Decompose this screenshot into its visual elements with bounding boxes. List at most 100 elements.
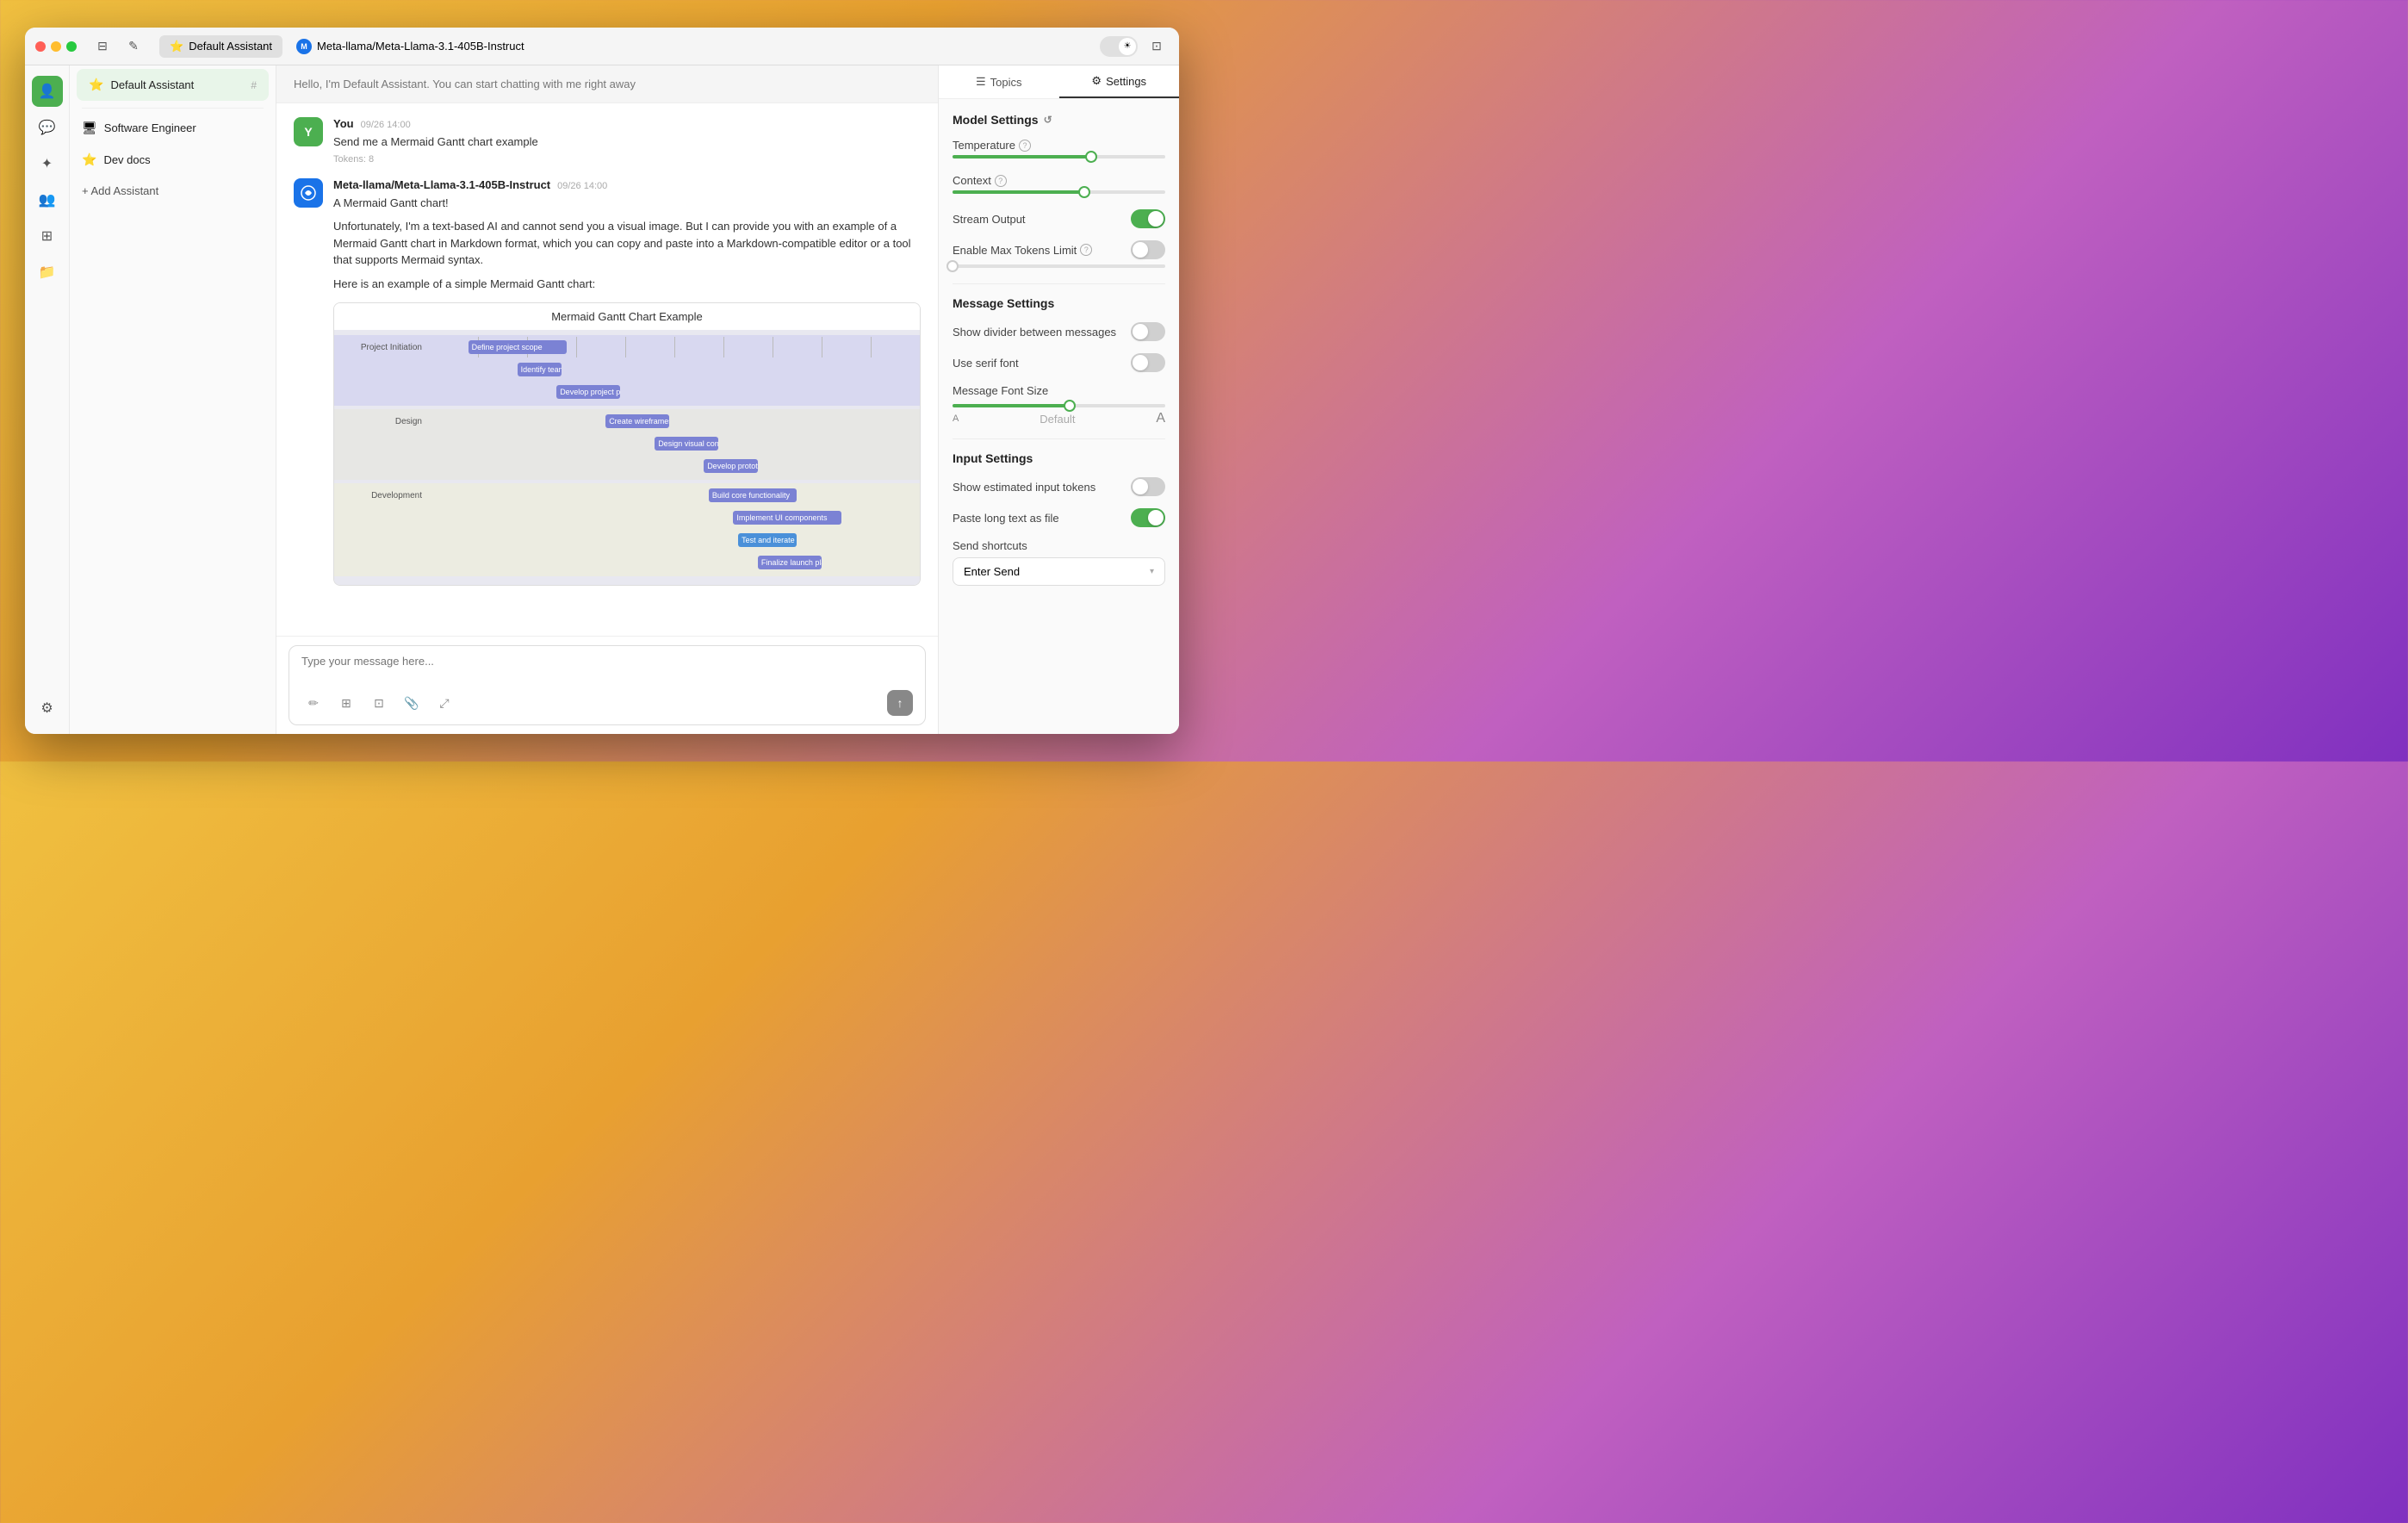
gantt-track-dev2: Implement UI components — [429, 507, 920, 528]
max-tokens-toggle[interactable] — [1131, 240, 1165, 259]
traffic-lights — [35, 41, 77, 52]
ai-message-header: Meta-llama/Meta-Llama-3.1-405B-Instruct … — [333, 178, 921, 191]
context-help-icon[interactable]: ? — [995, 175, 1007, 187]
temperature-thumb[interactable] — [1085, 151, 1097, 163]
sidebar-item-chat[interactable]: 💬 — [32, 112, 63, 143]
tab-default-assistant[interactable]: ⭐ Default Assistant — [159, 35, 282, 58]
ai-message-text3: Here is an example of a simple Mermaid G… — [333, 276, 921, 293]
send-button[interactable]: ↑ — [887, 690, 913, 716]
assistant-item-dev-docs[interactable]: ⭐ Dev docs — [70, 144, 276, 176]
gantt-track-pi: Define project scope — [429, 337, 920, 357]
gantt-row-finalize: Finalize launch plan — [334, 552, 920, 573]
stream-output-knob — [1148, 211, 1164, 227]
settings-tab-label: Settings — [1106, 75, 1146, 88]
assistant-item-default[interactable]: ⭐ Default Assistant # — [77, 69, 269, 101]
refresh-icon[interactable]: ↺ — [1044, 114, 1052, 126]
star-icon: ⭐ — [170, 40, 183, 53]
gantt-row-wireframes: Design Create wireframes — [334, 411, 920, 432]
context-slider[interactable] — [953, 190, 1165, 194]
theme-knob: ☀ — [1119, 38, 1136, 55]
send-shortcuts-setting: Send shortcuts Enter Send ▾ — [953, 539, 1165, 586]
tab-meta-llama[interactable]: M Meta-llama/Meta-Llama-3.1-405B-Instruc… — [286, 35, 535, 58]
app-window: ⊟ ✎ ⭐ Default Assistant M Meta-llama/Met… — [25, 28, 1179, 734]
paste-long-text-label: Paste long text as file — [953, 512, 1059, 525]
font-size-small-label: A — [953, 413, 959, 424]
show-tokens-row: Show estimated input tokens — [953, 477, 1165, 496]
gantt-track-design1: Create wireframes — [429, 411, 920, 432]
send-shortcuts-label: Send shortcuts — [953, 539, 1165, 552]
sidebar-item-grid[interactable]: ⊞ — [32, 221, 63, 252]
show-tokens-knob — [1133, 479, 1148, 494]
add-assistant-button[interactable]: + Add Assistant — [70, 176, 276, 206]
default-assistant-icon: ⭐ — [89, 78, 103, 92]
send-shortcuts-dropdown[interactable]: Enter Send ▾ — [953, 557, 1165, 586]
tab-topics[interactable]: ☰ Topics — [939, 65, 1059, 98]
font-size-large-label: A — [1156, 411, 1165, 426]
table-icon[interactable]: ⊞ — [334, 691, 358, 715]
gantt-row-define: Project Initiation — [334, 337, 920, 357]
ai-message-content: Meta-llama/Meta-Llama-3.1-405B-Instruct … — [333, 178, 921, 587]
paste-long-text-row: Paste long text as file — [953, 508, 1165, 527]
titlebar-tabs: ⭐ Default Assistant M Meta-llama/Meta-Ll… — [159, 35, 535, 58]
gantt-bar-develop-plan: Develop project plan — [556, 385, 620, 399]
ai-name: Meta-llama/Meta-Llama-3.1-405B-Instruct — [333, 178, 550, 191]
gantt-bar-finalize: Finalize launch plan — [758, 556, 822, 569]
font-size-thumb[interactable] — [1064, 400, 1076, 412]
compose-icon[interactable]: ✎ — [121, 34, 146, 59]
section-divider-2 — [953, 438, 1165, 439]
chat-input[interactable] — [301, 655, 913, 681]
theme-toggle[interactable]: ☀ — [1100, 36, 1138, 57]
gantt-row-identify: Identify team members — [334, 359, 920, 380]
gantt-row-develop-plan: Develop project plan — [334, 382, 920, 402]
default-assistant-label: Default Assistant — [110, 78, 244, 91]
gantt-bar-test: Test and iterate — [738, 533, 797, 547]
minimize-button[interactable] — [51, 41, 61, 52]
gantt-track-pi3: Develop project plan — [429, 382, 920, 402]
gantt-label-dev: Development — [334, 491, 429, 500]
chat-input-box[interactable]: ✏ ⊞ ⊡ 📎 ⤢ ↑ — [289, 645, 926, 725]
paste-long-text-toggle[interactable] — [1131, 508, 1165, 527]
sidebar-item-person-add[interactable]: 👥 — [32, 184, 63, 215]
font-size-setting: Message Font Size A Default A — [953, 384, 1165, 426]
show-divider-toggle[interactable] — [1131, 322, 1165, 341]
stream-output-toggle[interactable] — [1131, 209, 1165, 228]
gantt-row-prototype: Develop prototype — [334, 456, 920, 476]
font-size-slider[interactable] — [953, 404, 1165, 407]
assistant-panel: ⭐ Default Assistant # 🖥 Software Enginee… — [70, 65, 276, 734]
add-assistant-label: + Add Assistant — [82, 184, 158, 197]
sidebar-item-avatar[interactable]: 👤 — [32, 76, 63, 107]
maximize-button[interactable] — [66, 41, 77, 52]
temperature-help-icon[interactable]: ? — [1019, 140, 1031, 152]
sidebar-item-settings[interactable]: ⚙ — [32, 693, 63, 724]
assistant-divider — [82, 108, 264, 109]
max-tokens-help-icon[interactable]: ? — [1080, 244, 1092, 256]
gantt-row-core: Development Build core functionality — [334, 485, 920, 506]
close-button[interactable] — [35, 41, 46, 52]
layout-icon[interactable]: ⊡ — [1145, 34, 1169, 59]
sidebar-toggle-icon[interactable]: ⊟ — [90, 34, 115, 59]
section-divider-1 — [953, 283, 1165, 284]
attach-icon[interactable]: 📎 — [400, 691, 424, 715]
context-thumb[interactable] — [1078, 186, 1090, 198]
software-engineer-icon: 🖥 — [82, 121, 97, 135]
image-icon[interactable]: ⊡ — [367, 691, 391, 715]
temperature-slider[interactable] — [953, 155, 1165, 159]
settings-panel: ☰ Topics ⚙ Settings Model Settings ↺ — [938, 65, 1179, 734]
gantt-bar-core: Build core functionality — [709, 488, 797, 502]
temperature-setting: Temperature ? — [953, 139, 1165, 162]
sidebar-item-folder[interactable]: 📁 — [32, 257, 63, 288]
input-settings-title: Input Settings — [953, 451, 1165, 465]
chat-welcome-message: Hello, I'm Default Assistant. You can st… — [276, 65, 938, 103]
ai-message-text1: A Mermaid Gantt chart! — [333, 195, 921, 212]
show-tokens-toggle[interactable] — [1131, 477, 1165, 496]
gantt-bar-prototype: Develop prototype — [704, 459, 758, 473]
expand-icon[interactable]: ⤢ — [432, 691, 456, 715]
serif-font-toggle[interactable] — [1131, 353, 1165, 372]
tab-settings[interactable]: ⚙ Settings — [1059, 65, 1180, 98]
edit-icon[interactable]: ✏ — [301, 691, 326, 715]
assistant-item-software-engineer[interactable]: 🖥 Software Engineer — [70, 112, 276, 144]
ai-message: Meta-llama/Meta-Llama-3.1-405B-Instruct … — [294, 178, 921, 587]
ai-message-text2: Unfortunately, I'm a text-based AI and c… — [333, 218, 921, 269]
show-divider-row: Show divider between messages — [953, 322, 1165, 341]
sidebar-item-sparkle[interactable]: ✦ — [32, 148, 63, 179]
